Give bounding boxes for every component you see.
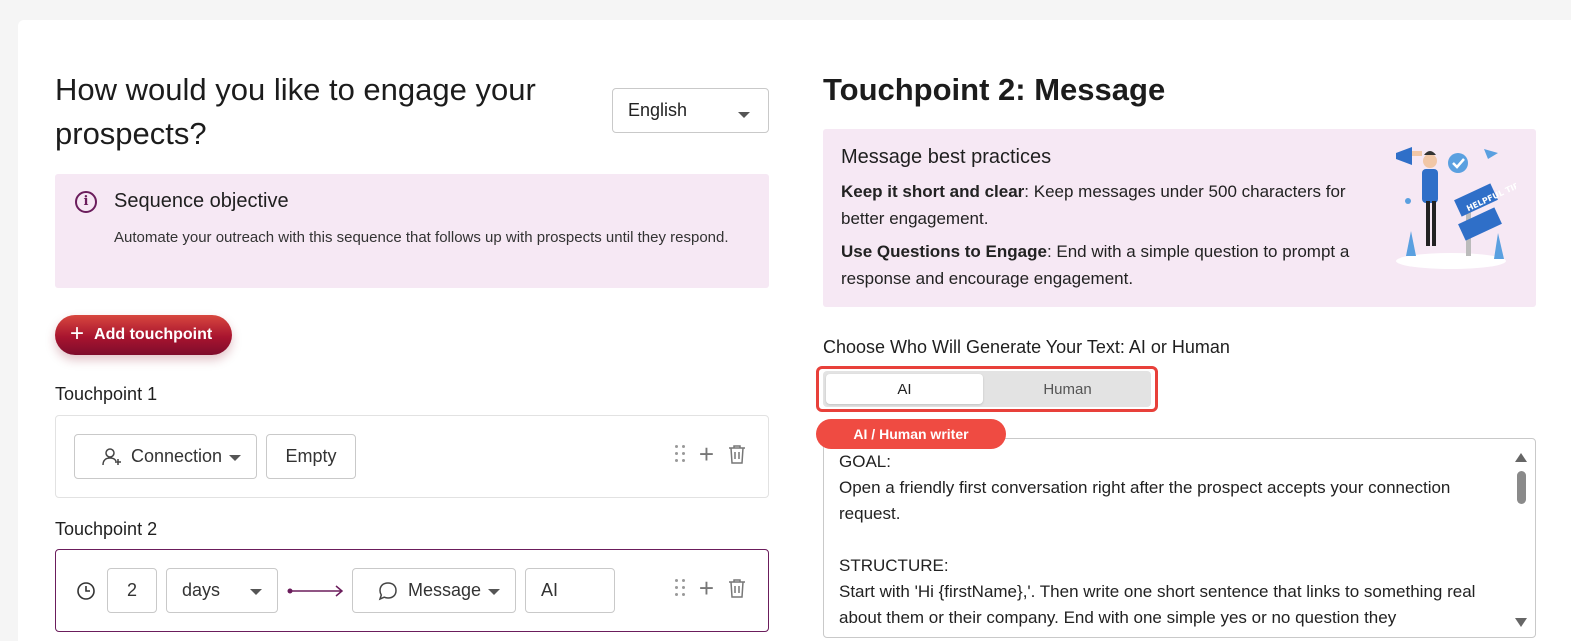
delay-value-input[interactable]: 2: [107, 568, 157, 613]
touchpoint-2-action-value: Message: [408, 580, 482, 600]
touchpoint-1-action-select[interactable]: Connection: [74, 434, 257, 479]
page-container: How would you like to engage your prospe…: [18, 20, 1571, 641]
touchpoint-1-actions: +: [674, 441, 746, 467]
chevron-down-icon: [488, 589, 500, 595]
tip-item: Keep it short and clear: Keep messages u…: [841, 182, 1346, 228]
scroll-down-arrow-icon[interactable]: [1515, 618, 1527, 627]
touchpoint-2-label: Touchpoint 2: [55, 519, 158, 539]
delay-value: 2: [126, 580, 137, 600]
best-practices-panel: Message best practices Keep it short and…: [823, 129, 1536, 307]
tip-item: Use Questions to Engage: End with a simp…: [841, 242, 1350, 288]
message-prompt-textarea[interactable]: GOAL: Open a friendly first conversation…: [823, 438, 1536, 638]
touchpoint-2-action-select[interactable]: Message: [352, 568, 516, 613]
trash-icon[interactable]: [728, 444, 746, 464]
objective-title: Sequence objective: [114, 190, 289, 212]
ai-option[interactable]: AI: [826, 374, 983, 404]
drag-handle-icon[interactable]: [674, 579, 685, 597]
ai-human-toggle: AI Human: [823, 371, 1151, 407]
language-select[interactable]: English: [612, 88, 769, 133]
add-touchpoint-button[interactable]: + Add touchpoint: [55, 315, 232, 355]
generator-label: Choose Who Will Generate Your Text: AI o…: [823, 337, 1230, 357]
add-user-icon: [102, 447, 121, 465]
touchpoint-2-writer-field[interactable]: AI: [525, 568, 615, 613]
language-select-value: English: [628, 100, 688, 120]
arrow-connector-icon: [287, 585, 344, 597]
scroll-up-arrow-icon[interactable]: [1515, 453, 1527, 462]
drag-handle-icon[interactable]: [674, 445, 685, 463]
touchpoint-2-row[interactable]: 2 days Message AI +: [55, 549, 769, 632]
info-icon: i: [75, 191, 97, 213]
touchpoint-1-row: Connection Empty +: [55, 415, 769, 498]
chevron-down-icon: [229, 455, 241, 461]
human-option[interactable]: Human: [989, 374, 1146, 404]
trash-icon[interactable]: [728, 578, 746, 598]
plus-icon: +: [70, 319, 85, 347]
scroll-thumb[interactable]: [1517, 471, 1526, 504]
delay-unit-select[interactable]: days: [166, 568, 278, 613]
page-title: How would you like to engage your prospe…: [55, 72, 536, 151]
add-touchpoint-label: Add touchpoint: [94, 326, 213, 343]
add-icon[interactable]: +: [699, 441, 714, 467]
ai-human-writer-badge: AI / Human writer: [816, 419, 1006, 449]
touchpoint-2-actions: +: [674, 575, 746, 601]
touchpoint-1-content-field[interactable]: Empty: [266, 434, 356, 479]
touchpoint-editor-title: Touchpoint 2: Message: [823, 72, 1166, 107]
best-practices-title: Message best practices: [841, 146, 1052, 168]
clock-icon: [77, 582, 95, 600]
touchpoint-1-content-value: Empty: [285, 446, 337, 466]
chevron-down-icon: [250, 589, 262, 595]
delay-unit-value: days: [182, 580, 221, 600]
message-bubble-icon: [378, 581, 397, 600]
message-prompt-text: GOAL: Open a friendly first conversation…: [839, 452, 1476, 627]
sequence-objective-panel: i Sequence objective Automate your outre…: [55, 174, 769, 288]
touchpoint-1-action-value: Connection: [131, 446, 223, 466]
chevron-down-icon: [738, 112, 750, 118]
objective-description: Automate your outreach with this sequenc…: [114, 229, 729, 246]
touchpoint-2-writer-value: AI: [541, 580, 559, 600]
scrollbar[interactable]: [1505, 439, 1535, 637]
add-icon[interactable]: +: [699, 575, 714, 601]
touchpoint-1-label: Touchpoint 1: [55, 384, 158, 404]
helpful-tips-illustration: HELPFUL TIPS!: [1396, 147, 1516, 269]
